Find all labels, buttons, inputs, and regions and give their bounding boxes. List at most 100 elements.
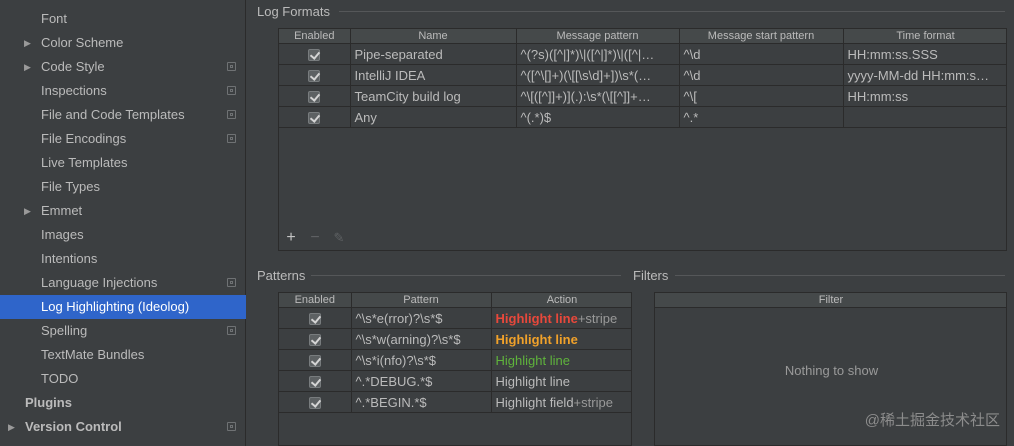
enabled-cell[interactable] [279, 64, 351, 86]
log-formats-table[interactable]: Enabled Name Message pattern Message start … [278, 28, 1007, 251]
filter-column-header[interactable]: Filter [655, 293, 1006, 308]
sidebar-item-log-highlighting-ideolog[interactable]: Log Highlighting (Ideolog) [0, 295, 246, 319]
enabled-checkbox[interactable] [308, 91, 321, 104]
sidebar-item-images[interactable]: Images [0, 223, 246, 247]
enabled-checkbox[interactable] [308, 355, 321, 368]
action-cell[interactable]: Highlight line [491, 328, 631, 350]
enabled-checkbox[interactable] [308, 334, 321, 347]
action-cell[interactable]: Highlight line [491, 349, 631, 371]
pattern-cell[interactable]: ^\s*w(arning)?\s*$ [351, 328, 492, 350]
sidebar-item-color-scheme[interactable]: ▶ Color Scheme [0, 31, 246, 55]
sidebar-item-live-templates[interactable]: Live Templates [0, 151, 246, 175]
settings-sidebar: Font ▶ Color Scheme ▶ Code Style Inspections F… [0, 0, 246, 446]
name-cell[interactable]: TeamCity build log [350, 85, 517, 107]
project-settings-icon [227, 422, 236, 431]
column-header-message-pattern[interactable]: Message pattern [516, 29, 680, 44]
enabled-cell[interactable] [279, 43, 351, 65]
sidebar-item-file-types[interactable]: File Types [0, 175, 246, 199]
enabled-cell[interactable] [279, 391, 352, 413]
sidebar-item-emmet[interactable]: ▶ Emmet [0, 199, 246, 223]
enabled-cell[interactable] [279, 328, 352, 350]
enabled-checkbox[interactable] [308, 112, 321, 125]
sidebar-item-plugins[interactable]: Plugins [0, 391, 246, 415]
column-header-pattern[interactable]: Pattern [351, 293, 492, 308]
table-row[interactable]: ^\s*w(arning)?\s*$ Highlight line [279, 328, 631, 350]
message-pattern-cell[interactable]: ^(.*)$ [516, 106, 680, 128]
action-cell[interactable]: Highlight line [491, 370, 631, 392]
sidebar-item-textmate-bundles[interactable]: TextMate Bundles [0, 343, 246, 367]
enabled-cell[interactable] [279, 85, 351, 107]
sidebar-item-intentions[interactable]: Intentions [0, 247, 246, 271]
expand-arrow-icon[interactable]: ▶ [24, 31, 31, 55]
name-cell[interactable]: Pipe-separated [350, 43, 517, 65]
project-settings-icon [227, 62, 236, 71]
enabled-checkbox[interactable] [308, 397, 321, 410]
enabled-checkbox[interactable] [308, 70, 321, 83]
remove-format-button[interactable]: − [307, 228, 323, 248]
name-cell[interactable]: Any [350, 106, 517, 128]
sidebar-item-code-style[interactable]: ▶ Code Style [0, 55, 246, 79]
table-row[interactable]: IntelliJ IDEA ^([^\[]+)(\[[\s\d]+])\s*(… ^… [279, 64, 1006, 86]
column-header-time-format[interactable]: Time format [843, 29, 1006, 44]
name-cell[interactable]: IntelliJ IDEA [350, 64, 517, 86]
pattern-cell[interactable]: ^\s*i(nfo)?\s*$ [351, 349, 492, 371]
column-header-action[interactable]: Action [491, 293, 631, 308]
sidebar-item-file-and-code-templates[interactable]: File and Code Templates [0, 103, 246, 127]
project-settings-icon [227, 278, 236, 287]
sidebar-item-spelling[interactable]: Spelling [0, 319, 246, 343]
enabled-checkbox[interactable] [308, 376, 321, 389]
add-format-button[interactable]: + [283, 228, 299, 248]
column-header-enabled[interactable]: Enabled [279, 29, 351, 44]
pattern-cell[interactable]: ^\s*e(rror)?\s*$ [351, 307, 492, 329]
pattern-cell[interactable]: ^.*BEGIN.*$ [351, 391, 492, 413]
sidebar-item-label: Spelling [41, 323, 88, 338]
expand-arrow-icon[interactable]: ▶ [24, 199, 31, 223]
column-header-name[interactable]: Name [350, 29, 517, 44]
sidebar-item-language-injections[interactable]: Language Injections [0, 271, 246, 295]
start-pattern-cell[interactable]: ^.* [679, 106, 844, 128]
expand-arrow-icon[interactable]: ▶ [24, 55, 31, 79]
column-header-message-start-pattern[interactable]: Message start pattern [679, 29, 844, 44]
project-settings-icon [227, 326, 236, 335]
table-row[interactable]: ^.*DEBUG.*$ Highlight line [279, 370, 631, 392]
message-pattern-cell[interactable]: ^\[([^]]+)](.):\s*(\[[^]]+… [516, 85, 680, 107]
time-format-cell[interactable]: HH:mm:ss [843, 85, 1006, 107]
time-format-cell[interactable]: HH:mm:ss.SSS [843, 43, 1006, 65]
table-row[interactable]: ^.*BEGIN.*$ Highlight field+stripe [279, 391, 631, 413]
sidebar-item-inspections[interactable]: Inspections [0, 79, 246, 103]
sidebar-item-font[interactable]: Font [0, 7, 246, 31]
enabled-checkbox[interactable] [308, 49, 321, 62]
sidebar-item-todo[interactable]: TODO [0, 367, 246, 391]
action-cell[interactable]: Highlight line+stripe [491, 307, 631, 329]
start-pattern-cell[interactable]: ^\d [679, 64, 844, 86]
action-cell[interactable]: Highlight field+stripe [491, 391, 631, 413]
enabled-cell[interactable] [279, 349, 352, 371]
action-label: Highlight field [495, 394, 574, 410]
table-row[interactable]: TeamCity build log ^\[([^]]+)](.):\s*(\[[… [279, 85, 1006, 107]
watermark: @稀土掘金技术社区 [864, 412, 1000, 429]
start-pattern-cell[interactable]: ^\[ [679, 85, 844, 107]
start-pattern-cell[interactable]: ^\d [679, 43, 844, 65]
enabled-checkbox[interactable] [308, 313, 321, 326]
enabled-cell[interactable] [279, 370, 352, 392]
log-formats-title: Log Formats [257, 4, 330, 19]
pattern-cell[interactable]: ^.*DEBUG.*$ [351, 370, 492, 392]
table-row[interactable]: ^\s*e(rror)?\s*$ Highlight line+stripe [279, 307, 631, 329]
expand-arrow-icon[interactable]: ▶ [8, 415, 15, 439]
table-row[interactable]: Any ^(.*)$ ^.* [279, 106, 1006, 128]
message-pattern-cell[interactable]: ^([^\[]+)(\[[\s\d]+])\s*(… [516, 64, 680, 86]
time-format-cell[interactable] [843, 106, 1006, 128]
sidebar-item-label: Language Injections [41, 275, 158, 290]
sidebar-item-label: Live Templates [41, 155, 128, 170]
patterns-table[interactable]: Enabled Pattern Action ^\s*e(rror)?\s*$ Hig… [278, 292, 632, 446]
table-row[interactable]: Pipe-separated ^(?s)([^|]*)\|([^|]*)\|([^… [279, 43, 1006, 65]
time-format-cell[interactable]: yyyy-MM-dd HH:mm:s… [843, 64, 1006, 86]
enabled-cell[interactable] [279, 307, 352, 329]
sidebar-item-version-control[interactable]: ▶ Version Control [0, 415, 246, 439]
column-header-enabled[interactable]: Enabled [279, 293, 352, 308]
edit-format-button[interactable]: ✎ [331, 228, 347, 248]
table-row[interactable]: ^\s*i(nfo)?\s*$ Highlight line [279, 349, 631, 371]
message-pattern-cell[interactable]: ^(?s)([^|]*)\|([^|]*)\|([^|… [516, 43, 680, 65]
enabled-cell[interactable] [279, 106, 351, 128]
sidebar-item-file-encodings[interactable]: File Encodings [0, 127, 246, 151]
